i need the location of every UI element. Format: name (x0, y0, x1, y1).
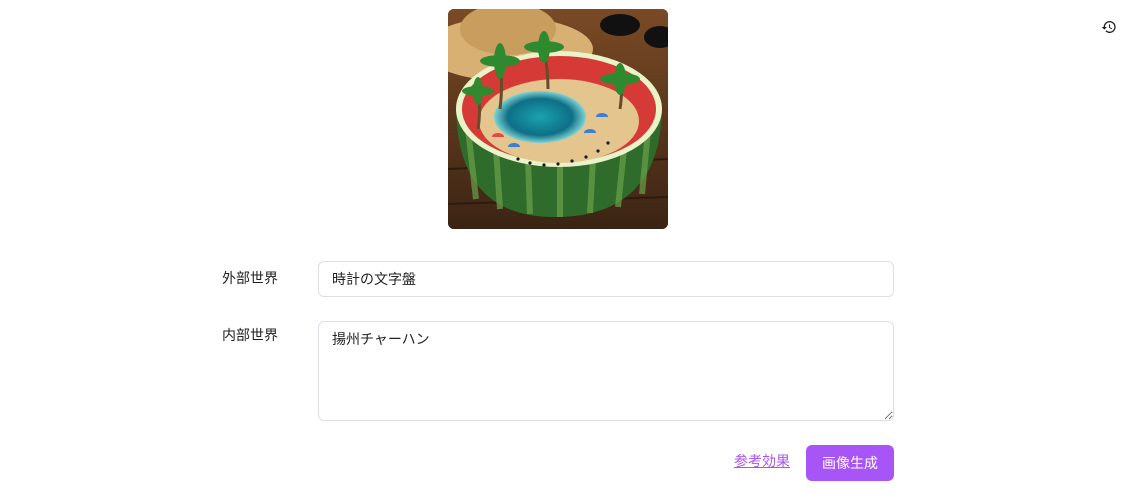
reference-effect-link[interactable]: 参考効果 (734, 453, 790, 471)
inner-world-label: 内部世界 (222, 328, 278, 344)
history-icon (1101, 21, 1116, 33)
outer-world-label: 外部世界 (222, 271, 278, 287)
generate-image-button[interactable]: 画像生成 (806, 445, 894, 481)
preview-image (448, 9, 668, 229)
page: 外部世界 内部世界 揚州チャーハン 参考効果 画像生成 (0, 0, 1126, 494)
history-button[interactable] (1099, 17, 1119, 37)
outer-world-input[interactable] (318, 261, 894, 297)
inner-world-textarea[interactable]: 揚州チャーハン (318, 321, 894, 421)
